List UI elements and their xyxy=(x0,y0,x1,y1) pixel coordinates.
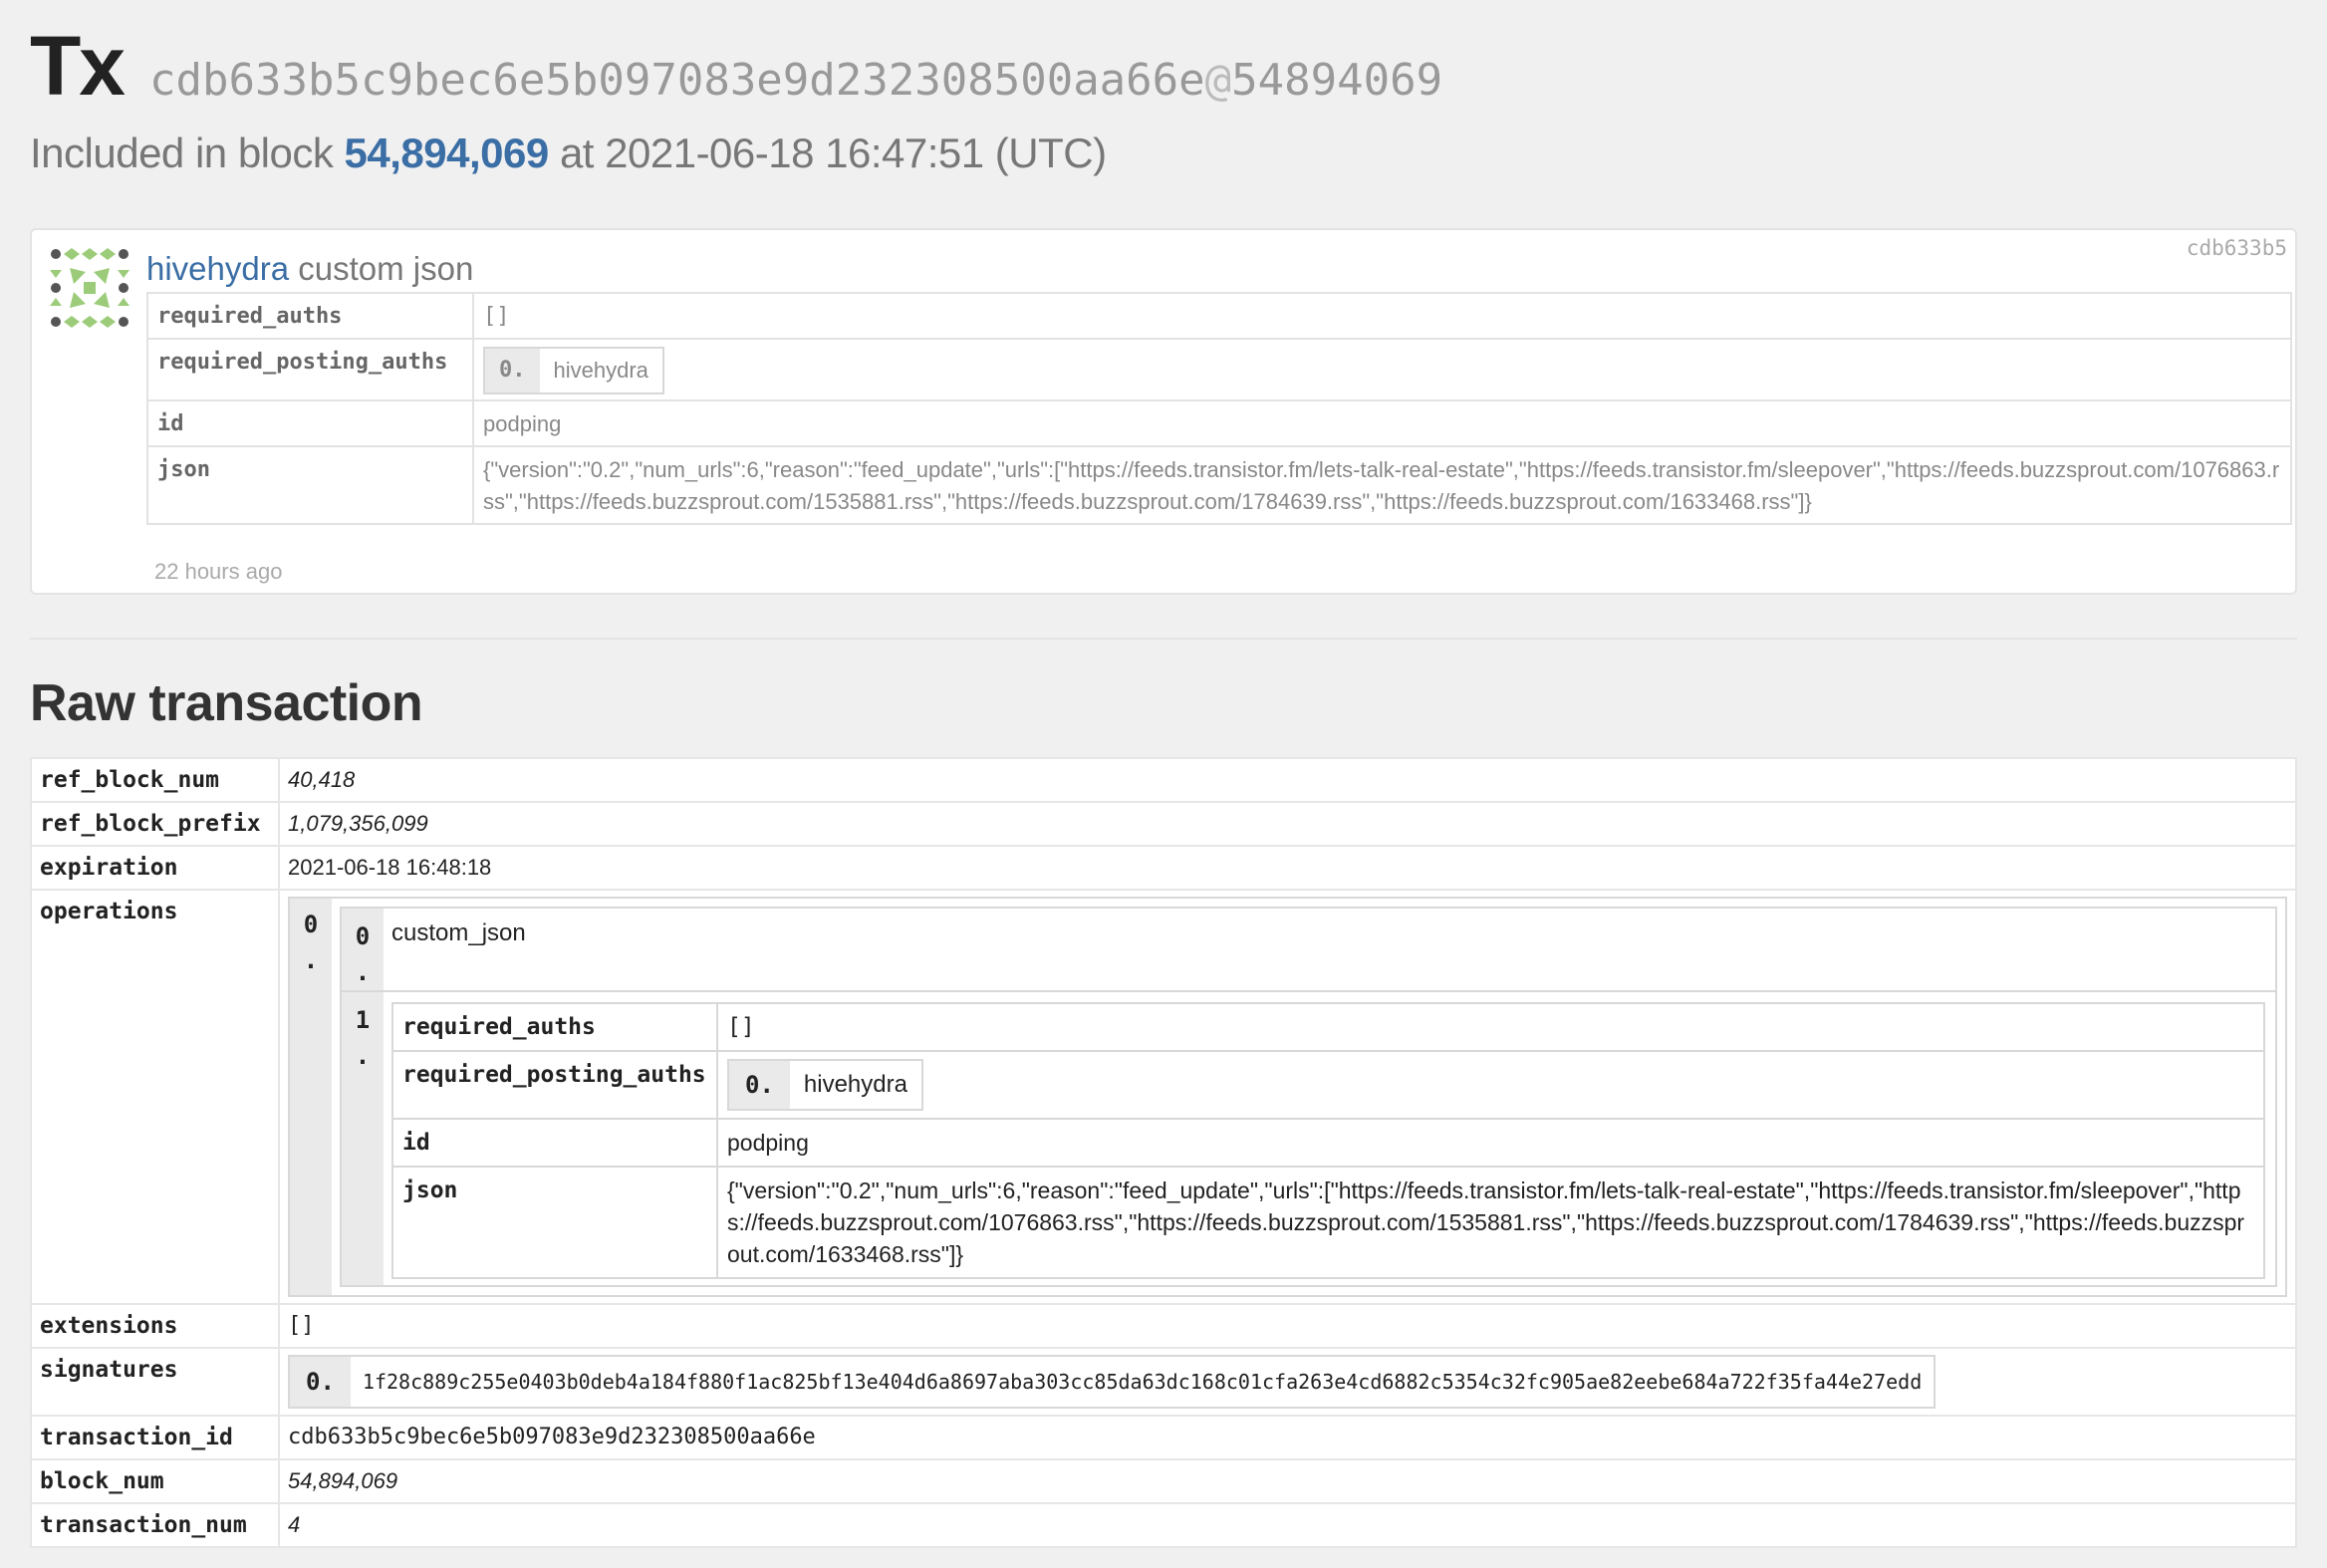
page-title: Tx cdb633b5c9bec6e5b097083e9d232308500aa… xyxy=(30,18,1442,115)
field-key: json xyxy=(146,445,474,525)
array-index: 0 . xyxy=(290,899,332,1295)
array-value: hivehydra xyxy=(803,1071,907,1098)
array-index: 0. xyxy=(290,1357,351,1407)
operations-array: 0 . 0 . custom_json 1 . required_auths [… xyxy=(288,897,2287,1297)
field-value: 0 . 0 . custom_json 1 . required_auths [… xyxy=(278,889,2297,1305)
tx-block-ref: 54894069 xyxy=(1231,55,1443,106)
block-link[interactable]: 54,894,069 xyxy=(345,130,550,176)
operation-short-id[interactable]: cdb633b5 xyxy=(2187,236,2287,260)
field-value: 54,894,069 xyxy=(278,1458,2297,1504)
table-row: id podping xyxy=(146,399,2292,447)
operation-card: hivehydra custom json cdb633b5 required_… xyxy=(30,228,2297,595)
field-value: 40,418 xyxy=(278,757,2297,803)
field-key: extensions xyxy=(30,1303,280,1349)
tx-hash: cdb633b5c9bec6e5b097083e9d232308500aa66e… xyxy=(149,55,1442,106)
field-key: id xyxy=(146,399,474,447)
field-key: ref_block_num xyxy=(30,757,280,803)
array-index: 0. xyxy=(485,349,540,392)
array-item: 0. hivehydra xyxy=(727,1059,923,1111)
field-key: transaction_id xyxy=(30,1415,280,1460)
array-index: 0. xyxy=(729,1061,790,1109)
field-value: 0. 1f28c889c255e0403b0deb4a184f880f1ac82… xyxy=(278,1347,2297,1417)
array-value: hivehydra xyxy=(539,349,662,392)
array-index: 0 . xyxy=(342,909,384,990)
field-key: required_posting_auths xyxy=(146,338,474,401)
page: Tx cdb633b5c9bec6e5b097083e9d232308500aa… xyxy=(0,0,2327,1568)
table-row: transaction_id cdb633b5c9bec6e5b097083e9… xyxy=(30,1415,2297,1460)
table-row: required_auths [] xyxy=(146,292,2292,340)
field-value: podping xyxy=(472,399,2292,447)
table-row: json {"version":"0.2","num_urls":6,"reas… xyxy=(146,445,2292,525)
operation-header: hivehydra custom json xyxy=(146,250,473,288)
field-key: required_auths xyxy=(391,1002,718,1052)
operation-name: custom_json xyxy=(391,919,526,946)
timestamp-relative: 22 hours ago xyxy=(154,559,283,584)
field-key: expiration xyxy=(30,845,280,891)
field-key: operations xyxy=(30,889,280,1305)
field-key: ref_block_prefix xyxy=(30,801,280,847)
tx-label: Tx xyxy=(30,19,126,113)
included-prefix: Included in block xyxy=(30,130,334,176)
field-key: json xyxy=(391,1166,718,1279)
operation-body: required_auths [] required_posting_auths xyxy=(384,992,2275,1285)
signature-item: 0. 1f28c889c255e0403b0deb4a184f880f1ac82… xyxy=(288,1355,1937,1409)
raw-transaction-table: ref_block_num 40,418 ref_block_prefix 1,… xyxy=(30,757,2297,1548)
field-value: {"version":"0.2","num_urls":6,"reason":"… xyxy=(472,445,2292,525)
table-row: ref_block_prefix 1,079,356,099 xyxy=(30,801,2297,847)
table-row: extensions [] xyxy=(30,1303,2297,1349)
pair-array: 0 . custom_json 1 . required_auths [] re… xyxy=(340,907,2277,1287)
section-divider xyxy=(30,638,2297,640)
field-key: block_num xyxy=(30,1458,280,1504)
tx-hash-value: cdb633b5c9bec6e5b097083e9d232308500aa66e xyxy=(149,55,1205,106)
field-value: podping xyxy=(716,1118,2265,1168)
field-value: [] xyxy=(278,1303,2297,1349)
included-suffix: at 2021-06-18 16:47:51 (UTC) xyxy=(559,130,1107,176)
field-value: [] xyxy=(472,292,2292,340)
signature-value: 1f28c889c255e0403b0deb4a184f880f1ac825bf… xyxy=(362,1370,1923,1394)
identicon-avatar-icon[interactable] xyxy=(50,248,129,328)
array-index: 1 . xyxy=(342,992,384,1285)
account-link[interactable]: hivehydra xyxy=(146,250,289,287)
operation-type: custom json xyxy=(298,250,474,287)
operation-body-table: required_auths [] required_posting_auths xyxy=(391,1002,2265,1279)
section-title: Raw transaction xyxy=(30,674,423,732)
field-key: signatures xyxy=(30,1347,280,1417)
pair-item: 1 . required_auths [] required_posting_a… xyxy=(342,990,2275,1285)
field-key: required_auths xyxy=(146,292,474,340)
field-value: [] xyxy=(716,1002,2265,1052)
table-row: required_posting_auths 0. hivehydra xyxy=(146,338,2292,401)
field-key: transaction_num xyxy=(30,1502,280,1548)
field-value: 0. hivehydra xyxy=(472,338,2292,401)
table-row: block_num 54,894,069 xyxy=(30,1458,2297,1504)
table-row: signatures 0. 1f28c889c255e0403b0deb4a18… xyxy=(30,1347,2297,1417)
included-in-block: Included in block 54,894,069 at 2021-06-… xyxy=(30,130,1107,177)
table-row: json {"version":"0.2","num_urls":6,"reas… xyxy=(391,1166,2265,1279)
operation-pair: 0 . custom_json 1 . required_auths [] re… xyxy=(332,899,2285,1295)
array-item: 0. hivehydra xyxy=(483,347,664,394)
field-value: {"version":"0.2","num_urls":6,"reason":"… xyxy=(716,1166,2265,1279)
field-value: cdb633b5c9bec6e5b097083e9d232308500aa66e xyxy=(278,1415,2297,1460)
field-value: 0. hivehydra xyxy=(716,1050,2265,1120)
field-key: required_posting_auths xyxy=(391,1050,718,1120)
table-row: operations 0 . 0 . custom_json 1 . requi… xyxy=(30,889,2297,1305)
table-row: required_posting_auths 0. hivehydra xyxy=(391,1050,2265,1120)
table-row: ref_block_num 40,418 xyxy=(30,757,2297,803)
field-value: 1,079,356,099 xyxy=(278,801,2297,847)
table-row: transaction_num 4 xyxy=(30,1502,2297,1548)
pair-item: 0 . custom_json xyxy=(342,909,2275,990)
table-row: expiration 2021-06-18 16:48:18 xyxy=(30,845,2297,891)
field-value: 2021-06-18 16:48:18 xyxy=(278,845,2297,891)
at-sign: @ xyxy=(1204,55,1232,106)
operation-details-table: required_auths [] required_posting_auths… xyxy=(146,292,2292,525)
table-row: id podping xyxy=(391,1118,2265,1168)
table-row: required_auths [] xyxy=(391,1002,2265,1052)
field-key: id xyxy=(391,1118,718,1168)
field-value: 4 xyxy=(278,1502,2297,1548)
